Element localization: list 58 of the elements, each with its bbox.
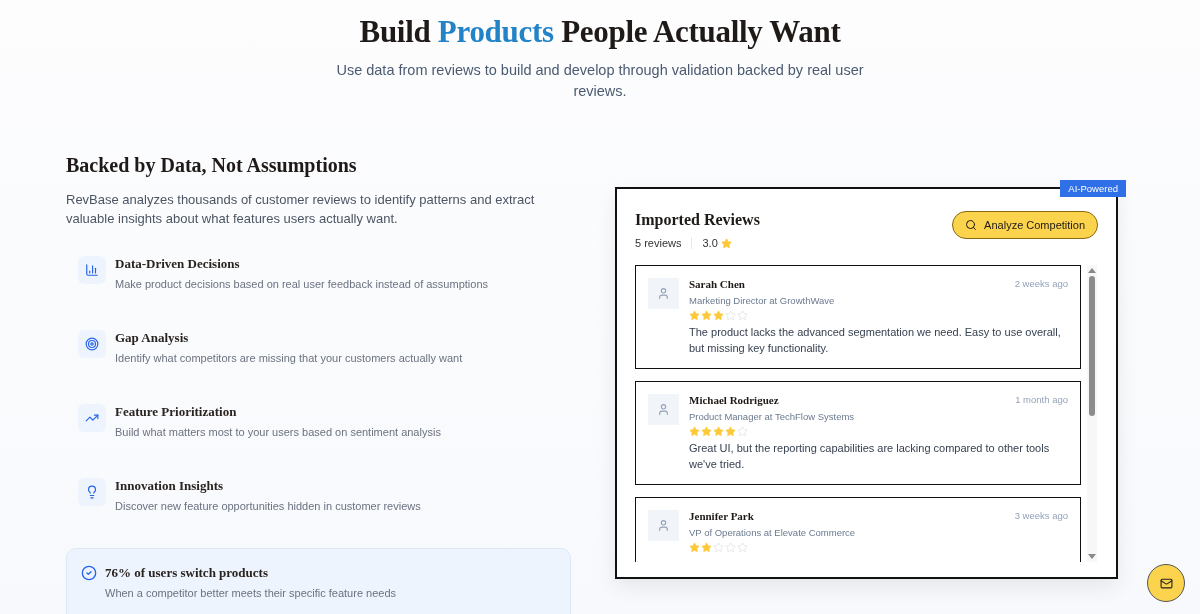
- star-icon: [713, 542, 724, 553]
- star-icon: [713, 310, 724, 321]
- section-intro: RevBase analyzes thousands of customer reviews to identify patterns and extract valuable insights about what features users actually want.: [66, 191, 536, 228]
- reviewer-name: Jennifer Park: [689, 510, 754, 522]
- check-circle-icon: [81, 565, 97, 581]
- analyze-competition-button[interactable]: Analyze Competition: [952, 211, 1098, 239]
- feature-title: Feature Prioritization: [115, 404, 238, 420]
- reviewer-role: VP of Operations at Elevate Commerce: [689, 527, 857, 538]
- feature-title: Gap Analysis: [115, 330, 190, 346]
- target-icon: [78, 330, 106, 358]
- review-text: Great UI, but the reporting capabilities are lacking compared to other tools we've tried.: [689, 441, 1051, 472]
- panel-title: Imported Reviews: [635, 211, 760, 229]
- review-count: 5 reviews: [635, 237, 693, 249]
- review-time: 3 weeks ago: [1014, 510, 1068, 522]
- feature-description: Discover new feature opportunities hidden in customer reviews: [115, 500, 421, 512]
- scrollbar[interactable]: [1087, 265, 1097, 562]
- bar-chart-icon: [78, 256, 106, 284]
- lightbulb-icon: [78, 478, 106, 506]
- feature-description: Build what matters most to your users based on sentiment analysis: [115, 426, 441, 438]
- feature-description: Make product decisions based on real user feedback instead of assumptions: [115, 278, 488, 290]
- page-subtitle: Use data from reviews to build and develop through validation backed by real user reviews.: [335, 61, 865, 101]
- reviewer-role: Marketing Director at GrowthWave: [689, 295, 836, 306]
- trend-up-icon: [78, 404, 106, 432]
- star-icon: [689, 426, 700, 437]
- ai-powered-badge: AI-Powered: [1060, 180, 1126, 197]
- star-icon: [701, 310, 712, 321]
- star-icon: [701, 426, 712, 437]
- page-headline: Build Products People Actually Want: [359, 14, 841, 50]
- star-icon: [737, 542, 748, 553]
- star-icon: [737, 310, 748, 321]
- review-time: 2 weeks ago: [1014, 278, 1068, 290]
- feature-title: Innovation Insights: [115, 478, 225, 494]
- avatar-icon: [648, 278, 679, 309]
- section-title: Backed by Data, Not Assumptions: [66, 154, 358, 177]
- star-icon: [689, 310, 700, 321]
- reviewer-name: Michael Rodriguez: [689, 394, 779, 406]
- star-icon: [713, 426, 724, 437]
- review-text: The product lacks the advanced segmentation we need. Easy to use overall, but missing key functionality.: [689, 325, 1062, 356]
- avatar-icon: [648, 510, 679, 541]
- reviewer-name: Sarah Chen: [689, 278, 745, 290]
- feature-title: Data-Driven Decisions: [115, 256, 241, 272]
- feature-description: Identify what competitors are missing that your customers actually want: [115, 352, 463, 364]
- reviewer-role: Product Manager at TechFlow Systems: [689, 411, 856, 422]
- stat-title: 76% of users switch products: [105, 565, 269, 581]
- avatar-icon: [648, 394, 679, 425]
- mail-button[interactable]: [1147, 564, 1185, 602]
- mail-icon: [1159, 576, 1173, 590]
- star-icon: [737, 426, 748, 437]
- star-icon: [725, 542, 736, 553]
- star-icon: [689, 542, 700, 553]
- star-icon: [720, 237, 732, 249]
- average-rating: 3.0: [702, 237, 718, 249]
- stat-description: When a competitor better meets their specific feature needs: [105, 587, 397, 599]
- search-icon: [965, 219, 978, 231]
- star-icon: [701, 542, 712, 553]
- review-time: 1 month ago: [1015, 394, 1068, 406]
- star-icon: [725, 310, 736, 321]
- star-icon: [725, 426, 736, 437]
